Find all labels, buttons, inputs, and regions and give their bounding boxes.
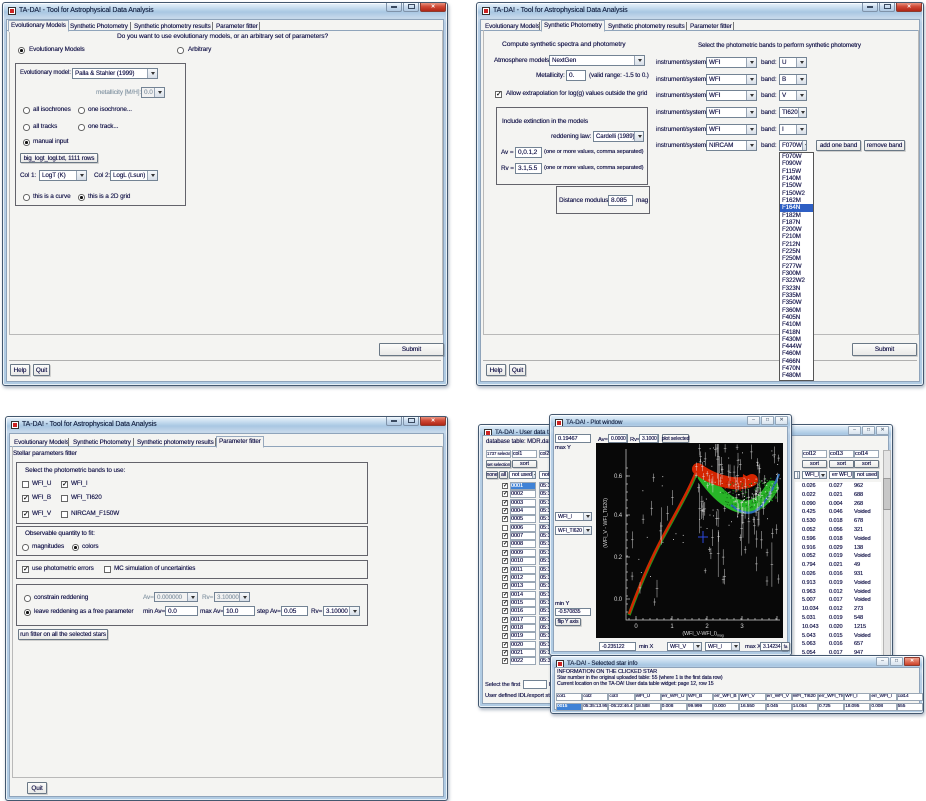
svg-text:0.0: 0.0 — [614, 597, 623, 603]
svg-text:0.6: 0.6 — [614, 474, 623, 480]
svg-text:(WFI_V - WFI_TI620): (WFI_V - WFI_TI620) — [603, 498, 609, 548]
svg-text:0.4: 0.4 — [614, 513, 623, 519]
svg-text:0.2: 0.2 — [614, 555, 623, 561]
